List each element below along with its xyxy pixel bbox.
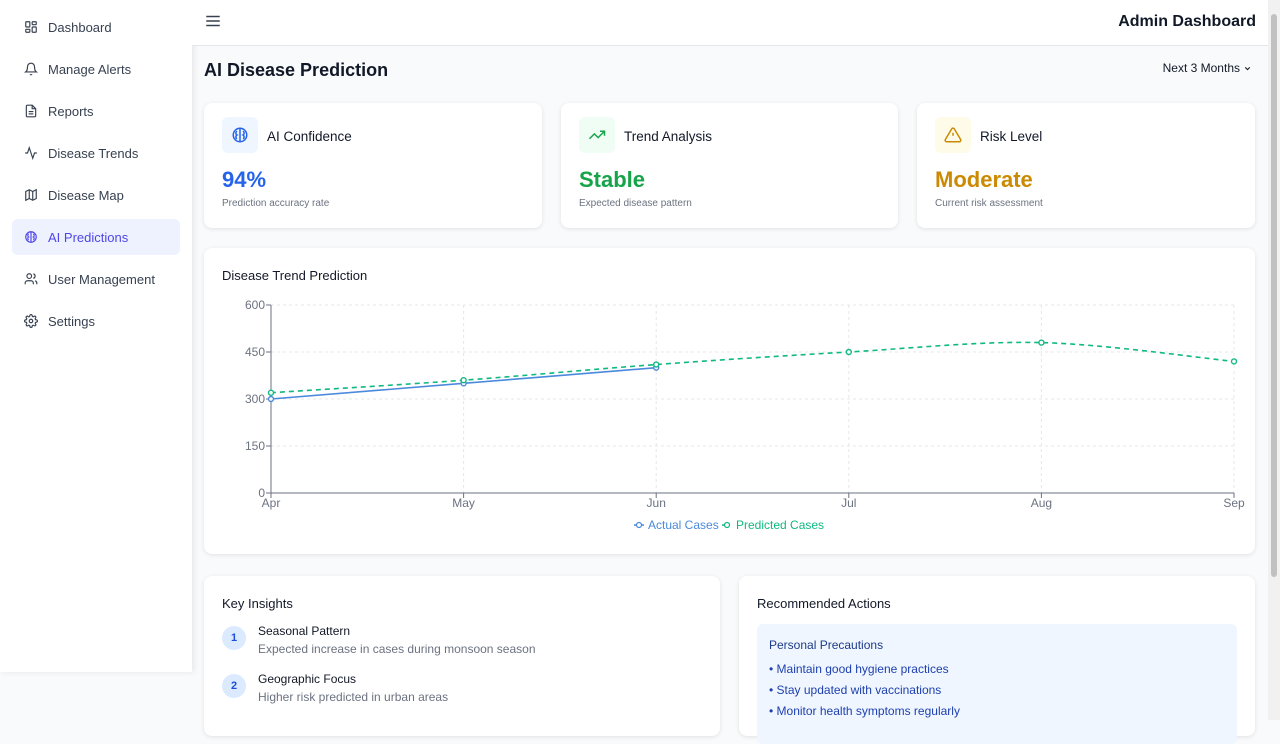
sidebar-item-settings[interactable]: Settings: [12, 303, 180, 339]
stat-icon-wrap: [935, 117, 971, 153]
data-point-predicted: [653, 361, 660, 368]
section-title: Key Insights: [222, 596, 293, 611]
stat-label: AI Confidence: [267, 129, 352, 144]
data-point-predicted: [1230, 358, 1238, 365]
legend-marker: [723, 521, 731, 529]
hamburger-menu-icon[interactable]: [204, 12, 222, 30]
top-bar: Admin Dashboard: [192, 0, 1268, 46]
precautions-title: Personal Precautions: [769, 638, 884, 652]
stat-icon-wrap: [579, 117, 615, 153]
sidebar-item-label: AI Predictions: [48, 229, 129, 245]
precautions-box: Personal Precautions • Maintain good hyg…: [757, 624, 1237, 744]
data-point-predicted: [845, 348, 852, 356]
brain-icon: [25, 231, 37, 243]
chevron-down-icon: [1244, 66, 1251, 70]
sidebar-item-ai-predictions[interactable]: AI Predictions: [12, 219, 180, 255]
legend-marker: [635, 521, 643, 529]
sidebar-item-disease-map[interactable]: Disease Map: [12, 177, 180, 213]
x-tick-label: Aug: [1031, 496, 1052, 510]
section-title: Recommended Actions: [757, 596, 891, 611]
insight-number: 1: [222, 626, 246, 650]
precaution-item: • Maintain good hygiene practices: [769, 662, 949, 676]
data-point-predicted: [1038, 339, 1045, 346]
sidebar-item-label: Manage Alerts: [48, 61, 132, 77]
sidebar-item-label: Disease Map: [48, 187, 124, 203]
page-scrollbar[interactable]: [1268, 0, 1280, 720]
sidebar-item-manage-alerts[interactable]: Manage Alerts: [12, 51, 180, 87]
data-point-predicted: [267, 389, 275, 396]
users-icon: [24, 273, 38, 285]
legend-label: Predicted Cases: [736, 518, 824, 532]
stat-label: Trend Analysis: [624, 129, 713, 144]
y-tick-label: 300: [245, 392, 265, 406]
x-tick-label: May: [452, 496, 475, 510]
stat-value: Stable: [579, 167, 646, 192]
stat-value: 94%: [222, 167, 267, 192]
scrollbar-thumb[interactable]: [1271, 14, 1277, 577]
time-range-select[interactable]: Next 3 Months: [1163, 61, 1252, 75]
stat-label: Risk Level: [980, 129, 1043, 144]
risk-level-card: Risk Level Moderate Current risk assessm…: [917, 103, 1255, 228]
y-tick-label: 600: [245, 298, 265, 312]
file-text-icon: [25, 104, 37, 118]
map-icon: [25, 188, 37, 202]
page-title: AI Disease Prediction: [204, 60, 389, 80]
stat-subtitle: Prediction accuracy rate: [222, 198, 330, 209]
sidebar-item-label: Dashboard: [48, 19, 112, 35]
stat-value: Moderate: [935, 167, 1033, 192]
stat-subtitle: Current risk assessment: [935, 198, 1043, 209]
legend-label: Actual Cases: [648, 518, 719, 532]
sidebar-item-label: Reports: [48, 103, 94, 119]
sidebar-item-reports[interactable]: Reports: [12, 93, 180, 129]
insight-title: Seasonal Pattern: [258, 624, 351, 638]
key-insights-card: Key Insights 1 Seasonal Pattern Expected…: [204, 576, 720, 736]
sidebar: Dashboard Manage Alerts Reports Disease …: [0, 0, 192, 672]
stat-icon-wrap: [222, 117, 258, 153]
sidebar-item-label: Settings: [48, 313, 95, 329]
gear-icon: [24, 314, 38, 328]
insight-description: Expected increase in cases during monsoo…: [258, 642, 536, 656]
sidebar-item-disease-trends[interactable]: Disease Trends: [12, 135, 180, 171]
insight-description: Higher risk predicted in urban areas: [258, 690, 449, 704]
precaution-item: • Stay updated with vaccinations: [769, 683, 942, 697]
x-tick-label: Jun: [647, 496, 666, 510]
trend-analysis-card: Trend Analysis Stable Expected disease p…: [561, 103, 898, 228]
x-tick-label: Apr: [262, 496, 281, 510]
recommended-actions-card: Recommended Actions Personal Precautions…: [739, 576, 1255, 744]
precaution-item: • Monitor health symptoms regularly: [769, 704, 960, 718]
disease-trend-chart: 0150300450600Apr May Jun Jul Aug SepActual Ca…: [245, 298, 1245, 532]
x-tick-label: Jul: [841, 496, 856, 510]
dashboard-icon: [25, 21, 37, 33]
disease-trend-chart-card: Disease Trend Prediction 0 150 300 450 600 Ap…: [204, 248, 1255, 554]
x-tick-label: Sep: [1223, 496, 1245, 510]
time-range-label: Next 3 Months: [1162, 61, 1240, 75]
trending-up-icon: [588, 130, 606, 140]
sidebar-item-user-management[interactable]: User Management: [12, 261, 180, 297]
data-point-actual: [267, 395, 275, 403]
ai-confidence-card: AI Confidence 94% Prediction accuracy ra…: [204, 103, 542, 228]
warning-icon: [944, 127, 962, 143]
y-tick-label: 150: [245, 439, 265, 453]
sidebar-item-label: Disease Trends: [48, 145, 139, 161]
series-line-predicted-cases: [270, 341, 1235, 394]
stat-subtitle: Expected disease pattern: [579, 198, 692, 209]
data-point-predicted: [460, 376, 467, 384]
header-title: Admin Dashboard: [1118, 13, 1256, 30]
sidebar-item-dashboard[interactable]: Dashboard: [12, 9, 180, 45]
brain-icon: [232, 127, 248, 143]
insight-title: Geographic Focus: [258, 672, 357, 686]
activity-icon: [25, 146, 37, 160]
bell-icon: [24, 62, 38, 76]
y-tick-label: 450: [245, 345, 265, 359]
sidebar-item-label: User Management: [48, 271, 155, 287]
insight-number: 2: [222, 674, 246, 698]
